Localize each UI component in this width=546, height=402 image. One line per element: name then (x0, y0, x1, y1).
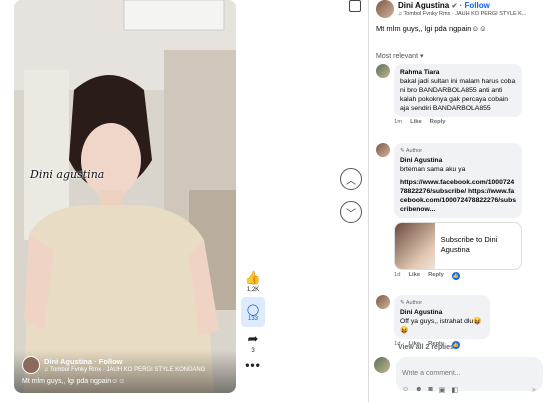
comment-button[interactable]: ◯ 133 (241, 297, 265, 327)
like-count: 1,2K (246, 287, 260, 293)
comment-link[interactable]: https://www.facebook.com/100072478822276… (400, 178, 516, 214)
comment-text: brteman sama aku ya (400, 166, 466, 173)
video-watermark: Dini agustina (30, 168, 105, 181)
post-music[interactable]: ♫ Tombol Fvnky Rmx · JAUH KO PERGI STYLE… (398, 11, 526, 17)
follow-button[interactable]: · Follow (460, 1, 490, 10)
send-icon[interactable]: ➤ (531, 386, 537, 394)
expand-icon[interactable] (349, 0, 361, 12)
comment-meta: 1m Like Reply (394, 119, 522, 125)
comment-composer: ☺ ☻ ◙ ▣ ◧ ➤ (374, 357, 543, 394)
comment-reply-button[interactable]: Reply (428, 272, 444, 280)
chevron-up-icon: ︿ (346, 175, 356, 187)
comment-bubble: ✎ Author Dini Agustina Off ya guys,, ist… (394, 295, 490, 339)
composer-tools: ☺ ☻ ◙ ▣ ◧ ➤ (402, 386, 537, 394)
current-user-avatar (374, 357, 390, 373)
comment-time: 1d (394, 272, 401, 278)
commenter-avatar[interactable] (376, 295, 390, 309)
next-video-button[interactable]: ﹀ (340, 201, 362, 223)
sticker-icon[interactable]: ◧ (451, 386, 458, 394)
share-count: 3 (251, 348, 255, 354)
thumbs-up-icon: 👍 (244, 270, 262, 285)
view-all-replies-link[interactable]: View all 2 replies (398, 344, 454, 351)
camera-icon[interactable]: ◙ (429, 386, 433, 394)
emoji-icon[interactable]: ☻ (415, 386, 422, 394)
comment-item: ✎ Author Dini Agustina brteman sama aku … (376, 143, 522, 280)
comment-input[interactable] (402, 370, 522, 377)
reel-actions: 👍 1,2K ◯ 133 ➦ 3 ••• (240, 270, 266, 372)
post-header: Dini Agustina ✔ · Follow ♫ Tombol Fvnky … (376, 0, 526, 18)
comment-text: bakal jadi sultan ini malam harus coba n… (400, 78, 516, 112)
comment-text: Off ya guys,, istrahat dlu😝😝 (400, 318, 482, 334)
video-music[interactable]: ♫ Tombol Fvnky Rmx · JAUH KO PERGI STYLE… (44, 367, 205, 373)
avatar-sticker-icon[interactable]: ☺ (402, 386, 409, 394)
comment-sort-dropdown[interactable]: Most relevant ▾ (376, 52, 423, 60)
link-card-title: Subscribe to Dini Agustina (440, 235, 498, 254)
comment-icon: ◯ 133 (241, 297, 265, 327)
video-stage: Dini agustina Dini Agustina · Follow ♫ T… (0, 0, 368, 402)
like-reaction-icon: 👍 (451, 272, 460, 280)
video-frame-image (14, 0, 236, 393)
comment-like-button[interactable]: Like (408, 272, 420, 280)
author-badge: ✎ Author (400, 300, 423, 306)
comment-count: 133 (247, 315, 258, 322)
comment-bubble: ✎ Author Dini Agustina brteman sama aku … (394, 143, 522, 218)
share-button[interactable]: ➦ 3 (245, 331, 261, 354)
commenter-name[interactable]: Dini Agustina (400, 308, 484, 317)
share-icon: ➦ (247, 331, 259, 346)
commenter-avatar[interactable] (376, 64, 390, 78)
like-button[interactable]: 👍 1,2K (245, 270, 261, 293)
video-author-line: Dini Agustina · Follow (44, 357, 205, 366)
video-info-overlay: Dini Agustina · Follow ♫ Tombol Fvnky Rm… (14, 350, 236, 393)
post-author-line: Dini Agustina ✔ · Follow (398, 1, 490, 10)
commenter-name[interactable]: Dini Agustina (400, 156, 516, 165)
comment-meta: 1d Like Reply 👍 (394, 272, 522, 280)
more-icon: ••• (245, 358, 261, 372)
chevron-down-icon: ﹀ (346, 208, 356, 220)
video-author-row: Dini Agustina · Follow ♫ Tombol Fvnky Rm… (22, 356, 228, 374)
author-badge: ✎ Author (400, 148, 423, 154)
subscribe-link-card[interactable]: Subscribe to Dini Agustina (394, 222, 522, 270)
more-options-button[interactable]: ••• (245, 358, 261, 372)
comment-item: Rahma Tiara bakal jadi sultan ini malam … (376, 64, 522, 125)
commenter-avatar[interactable] (376, 143, 390, 157)
comment-item: ✎ Author Dini Agustina Off ya guys,, ist… (376, 295, 490, 349)
gif-icon[interactable]: ▣ (439, 386, 446, 394)
post-caption: Mt mlm guys,, lgi pda ngpain☺☺ (376, 24, 487, 33)
link-preview-image (395, 223, 435, 269)
reel-video[interactable]: Dini agustina Dini Agustina · Follow ♫ T… (14, 0, 236, 393)
comment-reply-button[interactable]: Reply (430, 119, 446, 125)
post-author-name[interactable]: Dini Agustina (398, 1, 449, 10)
video-author-avatar[interactable] (22, 356, 40, 374)
comment-like-button[interactable]: Like (410, 119, 422, 125)
commenter-name[interactable]: Rahma Tiara (400, 68, 516, 77)
author-avatar[interactable] (376, 0, 394, 18)
comment-bubble: Rahma Tiara bakal jadi sultan ini malam … (394, 64, 522, 117)
video-author-name[interactable]: Dini Agustina (44, 357, 92, 366)
previous-video-button[interactable]: ︿ (340, 168, 362, 190)
video-follow-link[interactable]: · Follow (94, 357, 122, 366)
comment-input-box: ☺ ☻ ◙ ▣ ◧ ➤ (396, 357, 543, 394)
video-caption: Mt mlm guys,, lgi pda ngpain☺☺ (22, 378, 126, 385)
comment-time: 1m (394, 119, 403, 125)
